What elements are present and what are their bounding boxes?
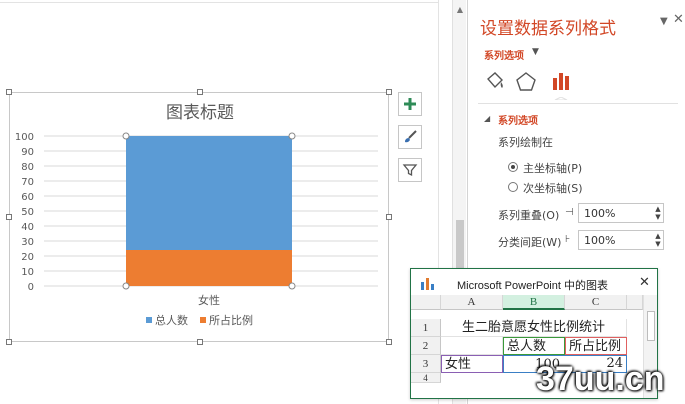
chart-data-icon [421,278,434,290]
paint-bucket-icon [487,72,503,89]
row-header-2[interactable]: 2 [411,337,441,355]
resize-handle-t[interactable] [197,89,203,95]
column-header-a[interactable]: A [441,295,503,310]
chevron-down-icon[interactable]: ▼ [532,47,539,57]
row-header-3[interactable]: 3 [411,355,441,373]
plus-icon [404,98,416,110]
chart-plot[interactable]: 图表标题 0 10 20 30 40 50 60 70 80 90 100 女性总人数 所占比例 [10,93,390,343]
series-overlap-value[interactable]: 100% [584,207,615,220]
gap-slider-icon[interactable]: ⊦ [565,234,570,245]
y-tick-label: 80 [21,162,34,173]
pane-close-button[interactable]: ✕ [673,12,684,27]
y-tick-label: 40 [21,222,34,233]
legend-swatch-total [146,317,152,323]
series-options-tab[interactable] [550,70,574,94]
bar-ratio[interactable] [126,250,292,286]
select-all-corner[interactable] [411,295,441,310]
resize-handle-bl[interactable] [6,339,12,345]
legend-label-total: 总人数 [155,313,188,327]
resize-handle-b[interactable] [197,339,203,345]
resize-handle-br[interactable] [386,339,392,345]
y-tick-label: 0 [28,282,34,293]
filter-icon [402,164,418,177]
series-selection-handle [122,132,130,140]
column-header-d[interactable] [627,295,643,310]
y-tick-label: 10 [21,267,34,278]
primary-axis-label[interactable]: 主坐标轴(P) [523,160,582,176]
effects-tab[interactable] [514,70,538,94]
brush-icon [405,130,417,143]
secondary-axis-label[interactable]: 次坐标轴(S) [523,180,583,196]
chart-title[interactable]: 图表标题 [166,103,234,123]
y-tick-label: 50 [21,207,34,218]
gap-width-spinner[interactable]: 100% ▲ ▼ [578,230,664,250]
gap-width-value[interactable]: 100% [584,234,615,247]
resize-handle-tr[interactable] [386,89,392,95]
chart-elements-button[interactable] [398,92,422,116]
section-series-options[interactable]: 系列选项 [498,112,538,127]
scroll-thumb[interactable] [647,311,655,341]
cell-a2[interactable] [441,337,503,355]
y-tick-label: 20 [21,252,34,263]
pane-title: 设置数据系列格式 [480,19,616,39]
column-header-b[interactable]: B [503,295,565,310]
pentagon-icon [516,72,536,91]
resize-handle-tl[interactable] [6,89,12,95]
tab-separator [478,103,678,104]
chart-filters-button[interactable] [398,158,422,182]
y-tick-label: 30 [21,237,34,248]
legend-label-ratio: 所占比例 [209,313,253,327]
y-tick-label: 90 [21,147,34,158]
cell-b2[interactable]: 总人数 [503,337,565,355]
bar-total[interactable] [126,136,292,250]
y-tick-label: 60 [21,192,34,203]
scroll-up-icon[interactable]: ▲ [456,6,464,14]
series-selection-handle [122,282,130,290]
cell-a1-title[interactable]: 生二胎意愿女性比例统计 [441,319,627,337]
resize-handle-r[interactable] [386,214,392,220]
cell-c2[interactable]: 所占比例 [565,337,627,355]
slide-edge-top [0,2,438,3]
spin-down-icon[interactable]: ▼ [653,213,663,222]
y-tick-label: 100 [15,132,34,143]
site-watermark: 37uu.cn [536,360,665,398]
spin-down-icon[interactable]: ▼ [653,240,663,249]
series-selection-handle [288,282,296,290]
chart-object[interactable]: 图表标题 0 10 20 30 40 50 60 70 80 90 100 女性 总人数 所占比例 [6,89,392,345]
x-category-label: 女性 [198,293,220,307]
gap-width-label: 分类间距(W) [498,236,562,249]
fill-line-tab[interactable] [482,70,506,94]
excel-window-title: Microsoft PowerPoint 中的图表 [457,280,608,292]
column-header-c[interactable]: C [565,295,627,310]
row-header-4[interactable]: 4 [411,373,441,383]
series-options-dropdown[interactable]: 系列选项 [484,47,524,62]
cell-a3[interactable]: 女性 [441,355,503,373]
excel-close-button[interactable]: ✕ [639,275,650,290]
y-tick-label: 70 [21,177,34,188]
series-overlap-spinner[interactable]: 100% ▲ ▼ [578,203,664,223]
pane-options-icon[interactable]: ▼ [660,16,668,27]
secondary-axis-radio[interactable] [508,182,518,192]
resize-handle-l[interactable] [6,214,12,220]
row-header-1[interactable]: 1 [411,319,441,337]
legend-swatch-ratio [200,317,206,323]
collapse-icon[interactable]: ◢ [484,114,490,123]
plot-series-on-label: 系列绘制在 [498,136,553,149]
series-overlap-label: 系列重叠(O) [498,209,560,222]
series-selection-handle [288,132,296,140]
overlap-slider-icon[interactable]: ⊣ [565,207,574,218]
bar-chart-icon [553,73,569,90]
slide-canvas[interactable]: 图表标题 0 10 20 30 40 50 60 70 80 90 100 女性 总人数 所占比例 ▲ [0,0,470,404]
primary-axis-radio[interactable] [508,162,518,172]
active-tab-indicator [554,97,568,100]
chart-styles-button[interactable] [398,125,422,149]
